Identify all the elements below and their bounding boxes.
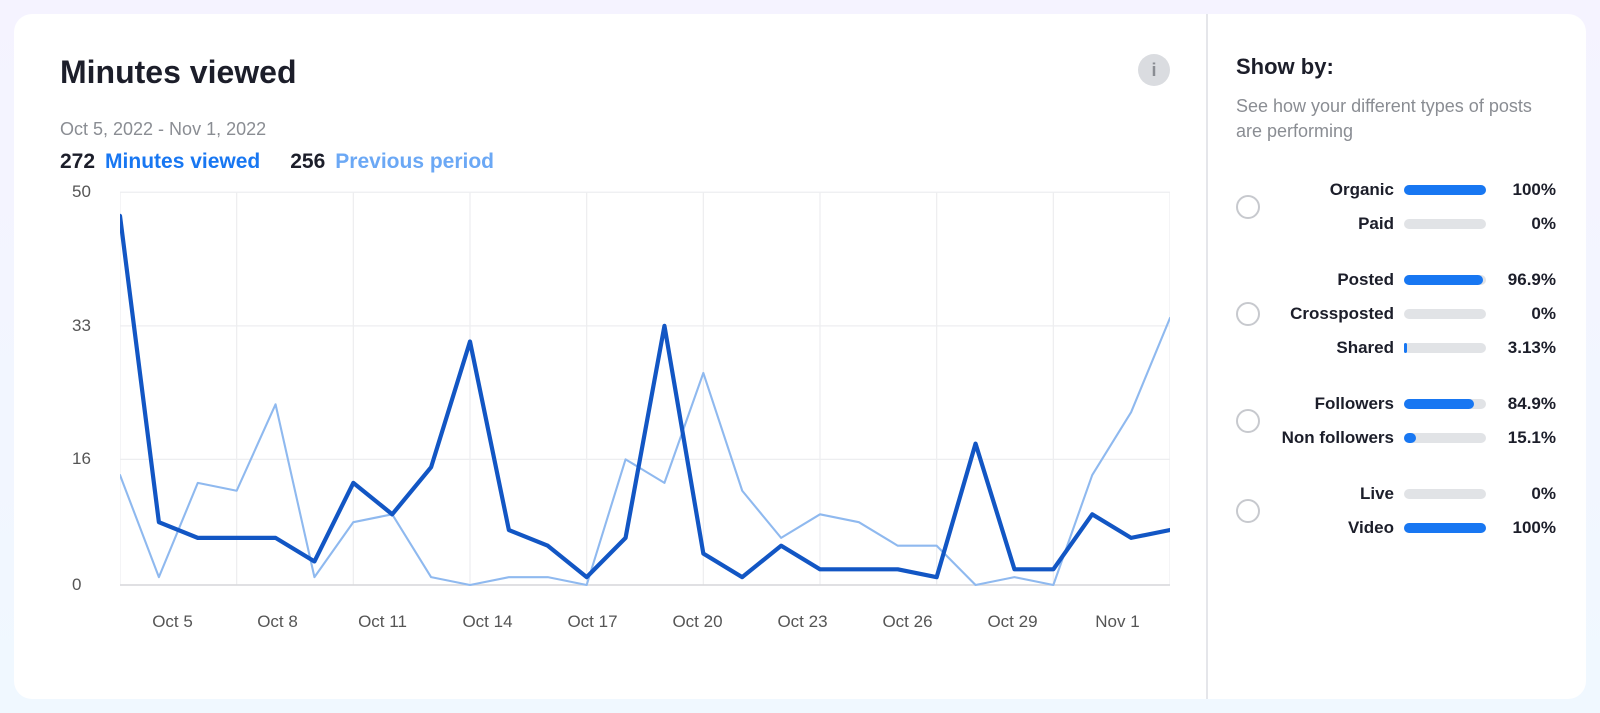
showby-group: Posted 96.9% Crossposted 0% Shared 3.13% xyxy=(1236,270,1556,358)
metric-current-label: Minutes viewed xyxy=(105,150,260,174)
showby-title: Show by: xyxy=(1236,54,1556,80)
showby-row: Shared 3.13% xyxy=(1276,338,1556,358)
metric-current-value: 272 xyxy=(60,150,95,174)
showby-row: Crossposted 0% xyxy=(1276,304,1556,324)
metric-current: 272 Minutes viewed xyxy=(60,150,260,174)
x-axis-tick: Oct 26 xyxy=(855,612,960,632)
showby-bar-fill xyxy=(1404,523,1486,533)
showby-group: Live 0% Video 100% xyxy=(1236,484,1556,538)
showby-group: Organic 100% Paid 0% xyxy=(1236,180,1556,234)
y-axis-tick: 33 xyxy=(72,316,91,336)
showby-radio[interactable] xyxy=(1236,302,1260,326)
date-range: Oct 5, 2022 - Nov 1, 2022 xyxy=(60,119,1170,140)
showby-row-label: Video xyxy=(1276,518,1394,538)
chart-box: 0163350 xyxy=(60,186,1170,606)
showby-subtitle: See how your different types of posts ar… xyxy=(1236,94,1556,144)
showby-row-pct: 0% xyxy=(1496,304,1556,324)
showby-row-pct: 100% xyxy=(1496,518,1556,538)
x-axis-tick: Oct 23 xyxy=(750,612,855,632)
metric-previous-value: 256 xyxy=(290,150,325,174)
info-icon[interactable]: i xyxy=(1138,54,1170,86)
showby-row-label: Crossposted xyxy=(1276,304,1394,324)
showby-rows: Posted 96.9% Crossposted 0% Shared 3.13% xyxy=(1276,270,1556,358)
x-axis-labels: Oct 5Oct 8Oct 11Oct 14Oct 17Oct 20Oct 23… xyxy=(60,612,1170,632)
metric-row: 272 Minutes viewed 256 Previous period xyxy=(60,150,1170,174)
showby-radio[interactable] xyxy=(1236,195,1260,219)
showby-bar xyxy=(1404,309,1486,319)
showby-bar xyxy=(1404,399,1486,409)
metric-previous-label: Previous period xyxy=(335,150,494,174)
showby-bar xyxy=(1404,489,1486,499)
showby-radio[interactable] xyxy=(1236,499,1260,523)
showby-row: Live 0% xyxy=(1276,484,1556,504)
showby-row-label: Non followers xyxy=(1276,428,1394,448)
chart-pane: Minutes viewed i Oct 5, 2022 - Nov 1, 20… xyxy=(14,14,1206,699)
showby-row-pct: 100% xyxy=(1496,180,1556,200)
showby-bar xyxy=(1404,219,1486,229)
showby-bar xyxy=(1404,185,1486,195)
x-axis-tick: Oct 14 xyxy=(435,612,540,632)
showby-row: Non followers 15.1% xyxy=(1276,428,1556,448)
showby-row-label: Paid xyxy=(1276,214,1394,234)
y-axis-tick: 16 xyxy=(72,449,91,469)
showby-row-label: Followers xyxy=(1276,394,1394,414)
showby-row: Video 100% xyxy=(1276,518,1556,538)
showby-rows: Live 0% Video 100% xyxy=(1276,484,1556,538)
y-axis-tick: 0 xyxy=(72,575,81,595)
showby-group: Followers 84.9% Non followers 15.1% xyxy=(1236,394,1556,448)
showby-bar-fill xyxy=(1404,275,1483,285)
x-axis-tick: Oct 29 xyxy=(960,612,1065,632)
showby-row-pct: 84.9% xyxy=(1496,394,1556,414)
line-chart xyxy=(120,186,1170,606)
showby-bar-fill xyxy=(1404,433,1416,443)
y-axis-tick: 50 xyxy=(72,182,91,202)
metric-previous: 256 Previous period xyxy=(290,150,494,174)
x-axis-tick: Nov 1 xyxy=(1065,612,1170,632)
chart-series-line xyxy=(120,216,1170,577)
showby-row: Followers 84.9% xyxy=(1276,394,1556,414)
x-axis-tick: Oct 17 xyxy=(540,612,645,632)
showby-row-label: Posted xyxy=(1276,270,1394,290)
showby-bar-fill xyxy=(1404,399,1474,409)
x-axis-tick: Oct 11 xyxy=(330,612,435,632)
showby-row-label: Organic xyxy=(1276,180,1394,200)
side-pane: Show by: See how your different types of… xyxy=(1206,14,1586,699)
showby-rows: Followers 84.9% Non followers 15.1% xyxy=(1276,394,1556,448)
showby-bar-fill xyxy=(1404,185,1486,195)
showby-bar xyxy=(1404,433,1486,443)
showby-row-pct: 3.13% xyxy=(1496,338,1556,358)
showby-row-pct: 96.9% xyxy=(1496,270,1556,290)
showby-row-pct: 15.1% xyxy=(1496,428,1556,448)
showby-row-pct: 0% xyxy=(1496,484,1556,504)
x-axis-tick: Oct 20 xyxy=(645,612,750,632)
showby-radio[interactable] xyxy=(1236,409,1260,433)
analytics-card: Minutes viewed i Oct 5, 2022 - Nov 1, 20… xyxy=(14,14,1586,699)
showby-row-label: Shared xyxy=(1276,338,1394,358)
x-axis-tick: Oct 8 xyxy=(225,612,330,632)
showby-bar xyxy=(1404,523,1486,533)
showby-row-label: Live xyxy=(1276,484,1394,504)
showby-bar-fill xyxy=(1404,343,1407,353)
showby-row: Paid 0% xyxy=(1276,214,1556,234)
showby-bar xyxy=(1404,275,1486,285)
chart-series-line xyxy=(120,318,1170,585)
showby-row: Organic 100% xyxy=(1276,180,1556,200)
showby-row: Posted 96.9% xyxy=(1276,270,1556,290)
showby-rows: Organic 100% Paid 0% xyxy=(1276,180,1556,234)
page-title: Minutes viewed xyxy=(60,54,297,91)
showby-row-pct: 0% xyxy=(1496,214,1556,234)
x-axis-tick: Oct 5 xyxy=(120,612,225,632)
showby-bar xyxy=(1404,343,1486,353)
